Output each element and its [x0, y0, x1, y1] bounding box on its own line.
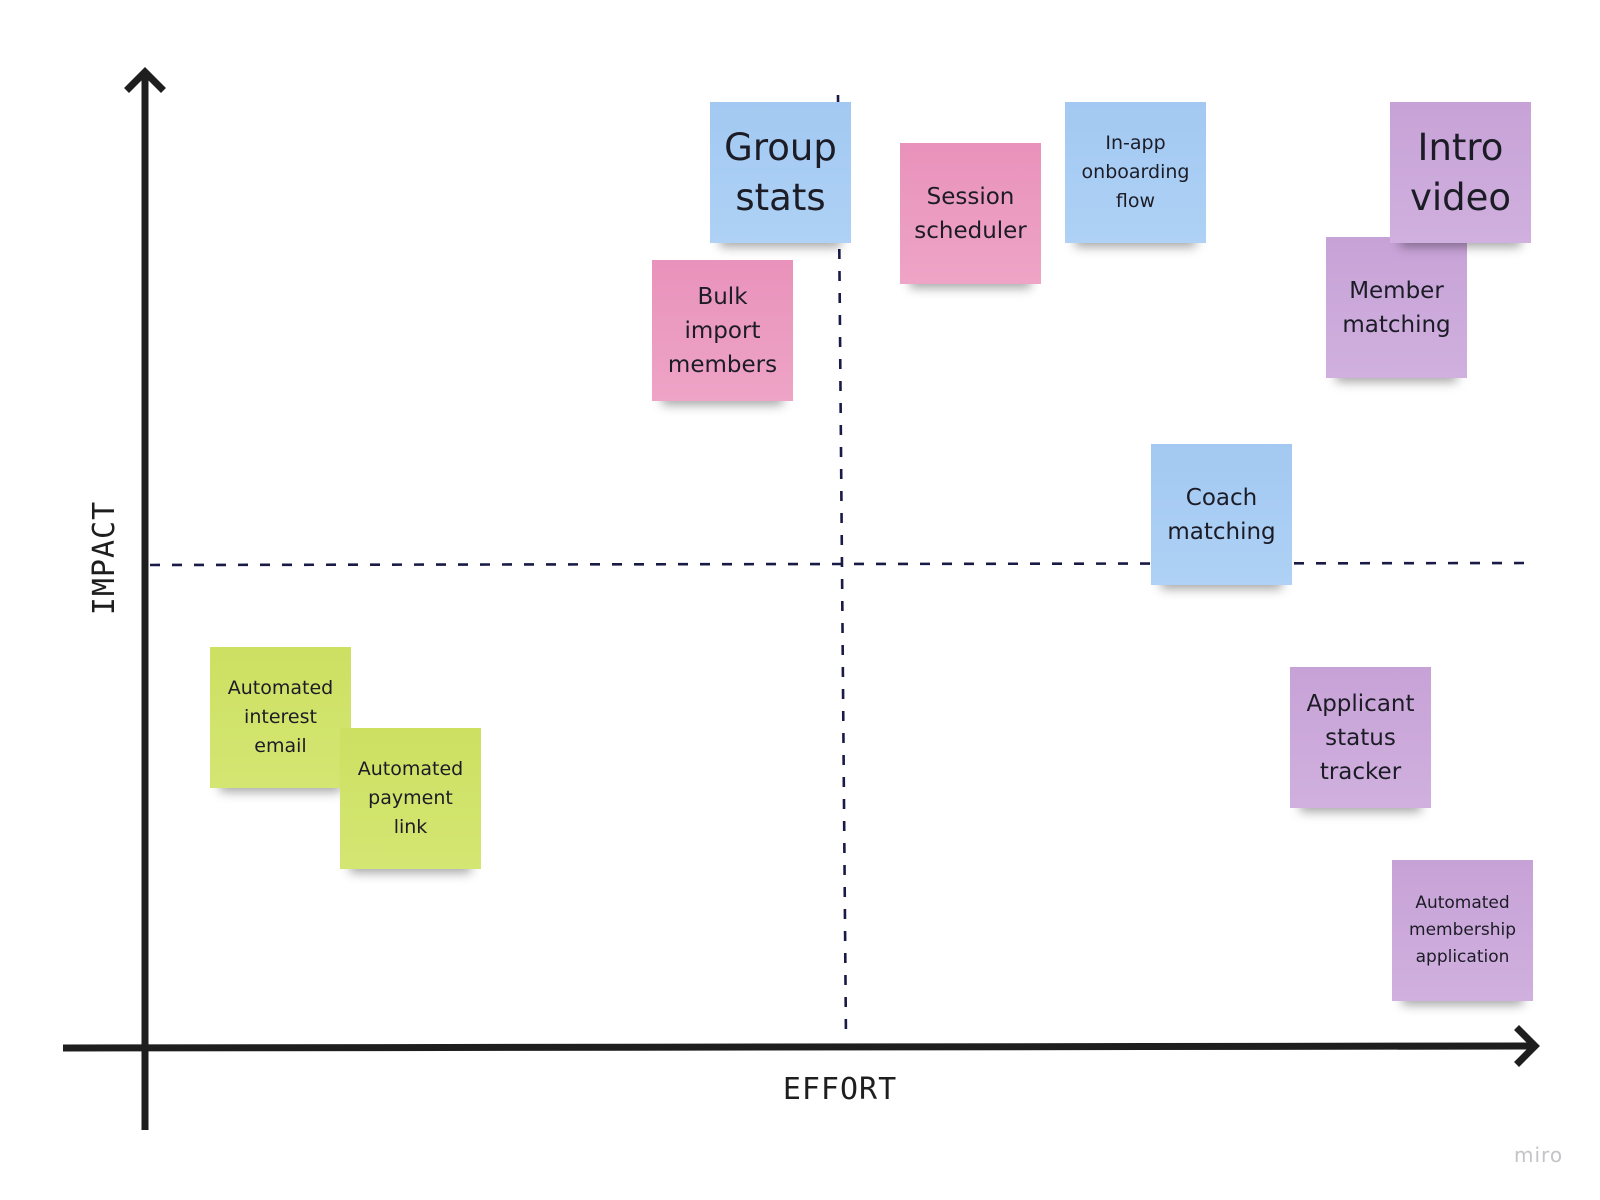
note-text: tracker — [1319, 758, 1402, 785]
sticky-note-intro-video[interactable]: Intro video — [1390, 102, 1531, 243]
sticky-note-group-stats[interactable]: Group stats — [710, 102, 851, 243]
note-text: link — [393, 816, 428, 838]
note-text: Automated — [357, 758, 464, 780]
note-text: onboarding — [1081, 161, 1190, 183]
note-text: matching — [1342, 311, 1451, 338]
note-text: video — [1409, 175, 1512, 219]
sticky-note-automated-payment-link[interactable]: Automated payment link — [340, 728, 481, 869]
note-text: flow — [1115, 190, 1156, 212]
sticky-note-coach-matching[interactable]: Coach matching — [1151, 444, 1292, 585]
miro-watermark-logo: miro — [1514, 1143, 1564, 1167]
note-text: Intro — [1417, 125, 1504, 169]
x-axis — [62, 1042, 1536, 1052]
note-text: payment — [368, 787, 453, 809]
note-text: email — [254, 735, 307, 757]
note-text: membership — [1409, 920, 1516, 940]
note-text: interest — [244, 706, 317, 728]
note-text: Automated — [1415, 893, 1510, 913]
note-text: Member — [1349, 277, 1444, 304]
whiteboard-canvas[interactable]: EFFORT IMPACT Group stats Session schedule… — [0, 0, 1600, 1200]
note-text: Bulk — [697, 283, 748, 310]
sticky-note-session-scheduler[interactable]: Session scheduler — [900, 143, 1041, 284]
note-text: status — [1325, 724, 1396, 751]
note-text: matching — [1167, 518, 1276, 545]
sticky-note-bulk-import-members[interactable]: Bulk import members — [652, 260, 793, 401]
sticky-note-automated-interest-email[interactable]: Automated interest email — [210, 647, 351, 788]
note-text: scheduler — [914, 217, 1027, 244]
note-text: Applicant — [1306, 690, 1415, 717]
note-text: import — [684, 317, 761, 344]
sticky-note-in-app-onboarding-flow[interactable]: In-app onboarding flow — [1065, 102, 1206, 243]
note-text: In-app — [1105, 132, 1166, 154]
note-text: Coach — [1185, 484, 1258, 511]
note-text: Group — [724, 125, 837, 169]
note-text: members — [667, 351, 778, 378]
note-text: stats — [735, 175, 826, 219]
note-text: Session — [926, 183, 1015, 210]
sticky-note-automated-membership-application[interactable]: Automated membership application — [1392, 860, 1533, 1001]
note-text: Automated — [227, 677, 334, 699]
sticky-note-applicant-status-tracker[interactable]: Applicant status tracker — [1290, 667, 1431, 808]
sticky-note-member-matching[interactable]: Member matching — [1326, 237, 1467, 378]
note-text: application — [1415, 947, 1510, 967]
y-axis-label: IMPACT — [87, 500, 122, 616]
x-axis-label: EFFORT — [782, 1072, 898, 1107]
horizontal-divider — [149, 561, 1531, 567]
